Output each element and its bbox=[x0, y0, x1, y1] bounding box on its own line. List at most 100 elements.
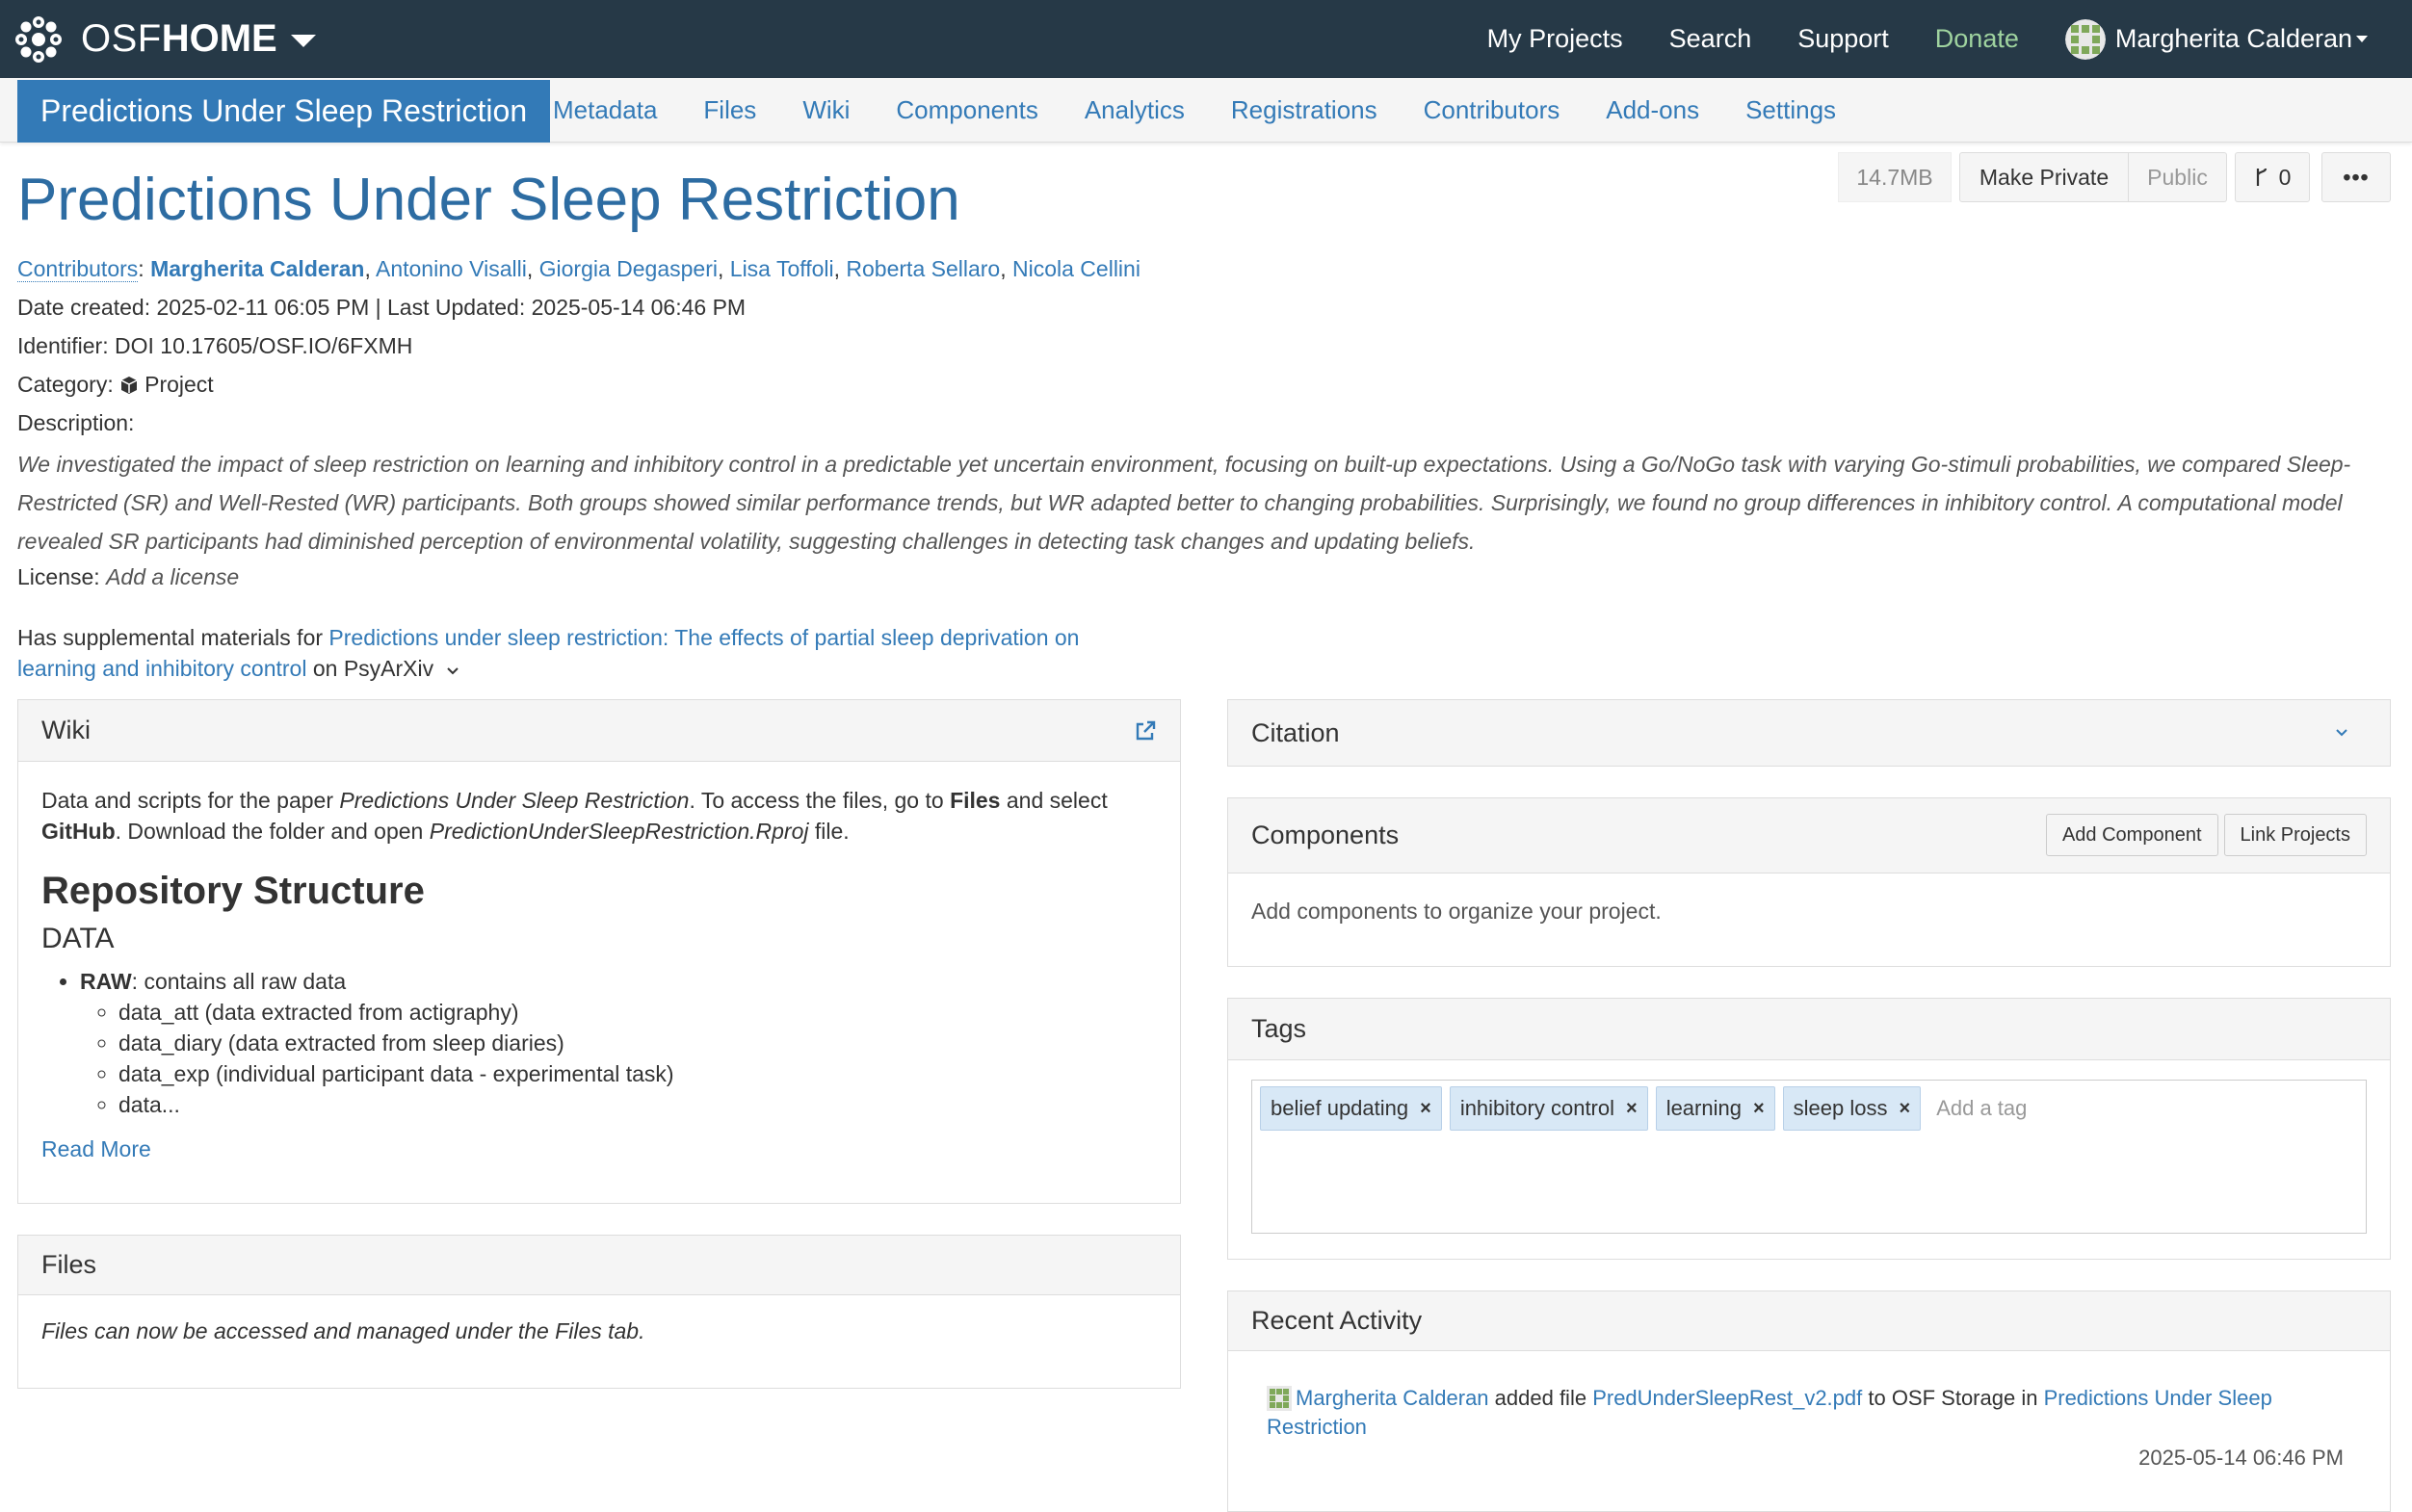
activity-file-link[interactable]: PredUnderSleepRest_v2.pdf bbox=[1592, 1386, 1862, 1410]
citation-panel-header[interactable]: Citation bbox=[1228, 700, 2390, 766]
remove-tag-icon[interactable]: × bbox=[1626, 1098, 1638, 1120]
components-panel: Components Add Component Link Projects A… bbox=[1227, 797, 2391, 967]
contributor-link[interactable]: Roberta Sellaro bbox=[846, 256, 1000, 281]
supplemental-suffix: on PsyArXiv bbox=[312, 656, 434, 681]
activity-project-link-cont[interactable]: Restriction bbox=[1267, 1415, 1367, 1439]
contributors-label[interactable]: Contributors bbox=[17, 256, 139, 282]
wiki-text: . To access the files, go to bbox=[689, 788, 951, 813]
nav-my-projects[interactable]: My Projects bbox=[1487, 24, 1623, 54]
license-value[interactable]: Add a license bbox=[106, 564, 239, 589]
remove-tag-icon[interactable]: × bbox=[1753, 1098, 1765, 1120]
activity-timestamp: 2025-05-14 06:46 PM bbox=[2138, 1446, 2344, 1470]
activity-text: to OSF Storage in bbox=[1862, 1386, 2044, 1410]
list-item: data_exp (individual participant data - … bbox=[118, 1058, 1157, 1089]
page-title: Predictions Under Sleep Restriction bbox=[17, 167, 960, 233]
tag-item: learning × bbox=[1655, 1086, 1775, 1131]
chevron-down-icon[interactable] bbox=[2334, 727, 2349, 739]
forks-button[interactable]: 0 bbox=[2235, 152, 2310, 202]
tab-analytics[interactable]: Analytics bbox=[1085, 95, 1185, 125]
wiki-panel-header: Wiki bbox=[18, 700, 1180, 762]
activity-text: added file bbox=[1488, 1386, 1593, 1410]
tab-components[interactable]: Components bbox=[896, 95, 1037, 125]
contributor-link[interactable]: Nicola Cellini bbox=[1012, 256, 1140, 281]
tag-item: inhibitory control × bbox=[1449, 1086, 1648, 1131]
link-projects-button[interactable]: Link Projects bbox=[2223, 814, 2367, 856]
wiki-subheading: DATA bbox=[41, 923, 115, 954]
raw-bold: RAW bbox=[80, 969, 132, 994]
tags-input-box[interactable]: belief updating × inhibitory control × lea… bbox=[1251, 1080, 2367, 1234]
activity-item: Margherita Calderan added file PredUnder… bbox=[1228, 1351, 2390, 1473]
description-text: We investigated the impact of sleep rest… bbox=[17, 452, 2351, 554]
public-button[interactable]: Public bbox=[2129, 152, 2227, 202]
citation-panel[interactable]: Citation bbox=[1227, 699, 2391, 767]
tag-label: learning bbox=[1665, 1096, 1742, 1120]
citation-panel-title: Citation bbox=[1251, 717, 1340, 747]
project-toolbar: 14.7MB Make Private Public 0 ••• bbox=[1838, 152, 2391, 202]
add-tag-input[interactable]: Add a tag bbox=[1936, 1086, 2027, 1131]
wiki-text: file. bbox=[808, 819, 850, 844]
tag-item: sleep loss × bbox=[1782, 1086, 1922, 1131]
tab-contributors[interactable]: Contributors bbox=[1424, 95, 1560, 125]
tab-wiki[interactable]: Wiki bbox=[802, 95, 850, 125]
cube-icon bbox=[120, 377, 138, 394]
remove-tag-icon[interactable]: × bbox=[1420, 1098, 1431, 1120]
components-panel-header: Components Add Component Link Projects bbox=[1228, 798, 2390, 873]
tab-settings[interactable]: Settings bbox=[1745, 95, 1836, 125]
contributor-link[interactable]: Antonino Visalli bbox=[376, 256, 527, 281]
wiki-heading: Repository Structure bbox=[41, 870, 425, 912]
read-more-link[interactable]: Read More bbox=[41, 1136, 151, 1161]
wiki-intro: Data and scripts for the paper Predictio… bbox=[41, 785, 1157, 847]
tab-registrations[interactable]: Registrations bbox=[1231, 95, 1377, 125]
brand-osf: OSF bbox=[81, 17, 162, 60]
preprint-link-cont[interactable]: learning and inhibitory control bbox=[17, 656, 306, 681]
nav-donate[interactable]: Donate bbox=[1935, 24, 2019, 54]
osf-home-brand[interactable]: OSF HOME bbox=[0, 0, 316, 78]
supplemental-line: Has supplemental materials for Predictio… bbox=[17, 622, 1079, 684]
list-item: data_diary (data extracted from sleep di… bbox=[118, 1028, 1157, 1058]
tab-add-ons[interactable]: Add-ons bbox=[1606, 95, 1699, 125]
components-panel-title: Components bbox=[1251, 821, 1400, 849]
contributor-link[interactable]: Lisa Toffoli bbox=[730, 256, 834, 281]
nav-search[interactable]: Search bbox=[1669, 24, 1752, 54]
description-label: Description: bbox=[17, 410, 135, 435]
contributors-line: Contributors: Margherita Calderan, Anton… bbox=[17, 256, 1140, 282]
wiki-files-bold: Files bbox=[950, 788, 1001, 813]
make-private-button[interactable]: Make Private bbox=[1959, 152, 2129, 202]
storage-size: 14.7MB bbox=[1838, 152, 1952, 202]
tab-files[interactable]: Files bbox=[703, 95, 756, 125]
dates-line: Date created: 2025-02-11 06:05 PM | Last… bbox=[17, 295, 747, 320]
activity-user-link[interactable]: Margherita Calderan bbox=[1296, 1386, 1489, 1410]
project-nav-title[interactable]: Predictions Under Sleep Restriction bbox=[17, 80, 551, 143]
top-navbar: OSF HOME My Projects Search Support Dona… bbox=[0, 0, 2412, 78]
more-options-button[interactable]: ••• bbox=[2321, 152, 2391, 202]
wiki-text: . Download the folder and open bbox=[115, 819, 430, 844]
files-panel: Files Files can now be accessed and mana… bbox=[17, 1235, 1181, 1389]
fork-icon bbox=[2256, 168, 2267, 186]
list-item: data_att (data extracted from actigraphy… bbox=[118, 997, 1157, 1028]
chevron-down-icon[interactable] bbox=[290, 35, 316, 47]
activity-project-link[interactable]: Predictions Under Sleep bbox=[2044, 1386, 2272, 1410]
wiki-list: RAW: contains all raw data data_att (dat… bbox=[57, 966, 1157, 1120]
chevron-down-icon[interactable] bbox=[446, 666, 459, 676]
remove-tag-icon[interactable]: × bbox=[1900, 1098, 1911, 1120]
user-menu[interactable]: Margherita Calderan bbox=[2064, 18, 2368, 60]
contributor-link[interactable]: Margherita Calderan bbox=[150, 256, 364, 281]
recent-activity-header: Recent Activity bbox=[1228, 1291, 2390, 1351]
category-line: Category: Project bbox=[17, 372, 214, 398]
nav-support[interactable]: Support bbox=[1797, 24, 1889, 54]
contributor-link[interactable]: Giorgia Degasperi bbox=[539, 256, 718, 281]
external-link-icon[interactable] bbox=[1134, 719, 1157, 743]
tab-metadata[interactable]: Metadata bbox=[553, 95, 657, 125]
raw-text: : contains all raw data bbox=[131, 969, 347, 994]
wiki-github-bold: GitHub bbox=[41, 819, 116, 844]
identifier-line: Identifier: DOI 10.17605/OSF.IO/6FXMH bbox=[17, 333, 413, 358]
wiki-text: and select bbox=[1000, 788, 1108, 813]
preprint-link[interactable]: Predictions under sleep restriction: The… bbox=[328, 625, 1079, 650]
license-line: License: Add a license bbox=[17, 564, 239, 590]
wiki-rproj: PredictionUnderSleepRestriction.Rproj bbox=[429, 819, 809, 844]
wiki-panel-title: Wiki bbox=[41, 716, 91, 744]
recent-activity-title: Recent Activity bbox=[1251, 1306, 1423, 1335]
tags-panel-header: Tags bbox=[1228, 999, 2390, 1060]
add-component-button[interactable]: Add Component bbox=[2045, 814, 2218, 856]
recent-activity-panel: Recent Activity Margherita Calderan adde… bbox=[1227, 1290, 2391, 1512]
